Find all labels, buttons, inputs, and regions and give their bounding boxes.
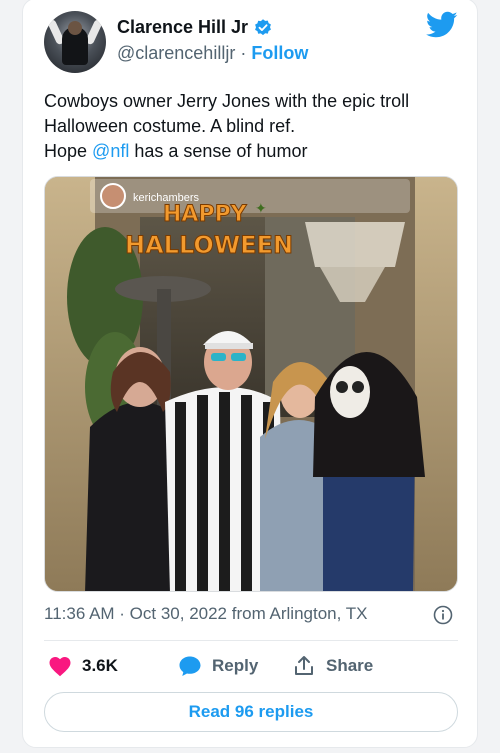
sticker-star-icon: ✦ xyxy=(255,201,267,217)
tweet-text-line: Halloween costume. A blind ref. xyxy=(44,116,296,136)
reply-bubble-icon xyxy=(179,656,201,676)
share-button[interactable]: Share xyxy=(292,651,373,681)
mention-link[interactable]: @nfl xyxy=(92,141,129,161)
twitter-bird-icon[interactable] xyxy=(426,11,458,39)
like-button[interactable]: 3.6K xyxy=(48,651,118,681)
display-name[interactable]: Clarence Hill Jr xyxy=(117,17,248,38)
author-name-row: Clarence Hill Jr xyxy=(117,17,273,38)
handle-row: @clarencehilljr · Follow xyxy=(117,43,308,64)
read-replies-button[interactable]: Read 96 replies xyxy=(44,692,458,732)
tweet-text-line: Cowboys owner Jerry Jones with the epic … xyxy=(44,91,410,111)
tweet-photo[interactable]: kerichambers HAPPY HALLOWEEN ✦ xyxy=(44,176,458,592)
handle[interactable]: @clarencehilljr xyxy=(117,43,235,63)
halloween-party-photo: kerichambers HAPPY HALLOWEEN ✦ xyxy=(45,177,457,591)
tweet-text: Cowboys owner Jerry Jones with the epic … xyxy=(44,89,464,164)
tweet-text-line: Hope @nfl has a sense of humor xyxy=(44,141,308,161)
avatar-figure-head xyxy=(68,21,82,35)
verified-badge-icon xyxy=(255,18,271,35)
like-count: 3.6K xyxy=(82,656,118,675)
reply-label: Reply xyxy=(212,656,259,675)
sticker-text-halloween: HALLOWEEN xyxy=(125,231,293,259)
tweet-card: Clarence Hill Jr @clarencehilljr · Follo… xyxy=(22,0,478,748)
action-bar: 3.6K Reply Share xyxy=(44,651,458,681)
sticker-text-happy: HAPPY xyxy=(163,202,248,227)
heart-icon xyxy=(49,657,71,677)
story-avatar xyxy=(100,183,126,209)
reply-button[interactable]: Reply xyxy=(178,651,258,681)
divider xyxy=(44,640,458,641)
follow-button[interactable]: Follow xyxy=(251,43,308,63)
timestamp[interactable]: 11:36 AM · Oct 30, 2022 from Arlington, … xyxy=(44,604,367,624)
avatar[interactable] xyxy=(44,11,106,73)
person-skull xyxy=(313,352,425,591)
info-icon[interactable] xyxy=(433,605,453,625)
share-upload-icon xyxy=(295,656,313,675)
separator: · xyxy=(240,43,247,63)
share-label: Share xyxy=(326,656,374,675)
